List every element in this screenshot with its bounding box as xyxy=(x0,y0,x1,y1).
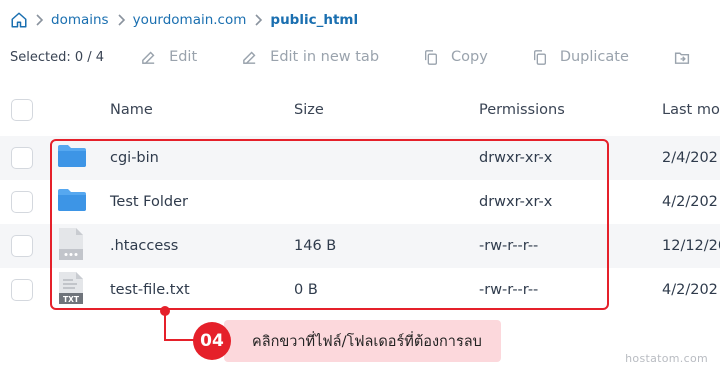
edit-in-new-tab-label: Edit in new tab xyxy=(270,49,380,65)
breadcrumb-domains[interactable]: domains xyxy=(48,12,112,28)
edit-icon xyxy=(243,51,256,64)
file-last-modified: 4/2/202 xyxy=(662,194,718,210)
edit-button[interactable]: Edit xyxy=(140,49,197,66)
name-column-header[interactable]: Name xyxy=(110,102,153,118)
file-last-modified: 4/2/202 xyxy=(662,282,718,298)
permissions-column-header[interactable]: Permissions xyxy=(479,102,565,118)
highlight-box xyxy=(50,139,609,310)
file-last-modified: 12/12/20 xyxy=(662,238,720,254)
edit-label: Edit xyxy=(169,49,198,65)
row-checkbox[interactable] xyxy=(11,235,33,257)
size-column-header[interactable]: Size xyxy=(294,102,324,118)
breadcrumb-public-html[interactable]: public_html xyxy=(267,12,361,28)
callout-anchor-dot xyxy=(160,306,170,316)
callout-leader-line xyxy=(164,310,197,341)
chevron-right-icon xyxy=(30,10,48,30)
table-header: Name Size Permissions Last mo xyxy=(0,88,720,132)
file-last-modified: 2/4/202 xyxy=(662,150,718,166)
move-button[interactable] xyxy=(673,49,703,66)
row-checkbox[interactable] xyxy=(11,147,33,169)
selection-count: Selected: 0 / 4 xyxy=(10,49,105,65)
select-all-checkbox[interactable] xyxy=(11,99,33,121)
chevron-right-icon xyxy=(112,10,130,30)
duplicate-label: Duplicate xyxy=(559,49,629,65)
last-modified-column-header[interactable]: Last mo xyxy=(662,102,720,118)
edit-icon xyxy=(142,51,155,64)
copy-button[interactable]: Copy xyxy=(423,49,488,66)
edit-in-new-tab-button[interactable]: Edit in new tab xyxy=(241,49,379,66)
step-badge: 04 xyxy=(193,322,231,360)
home-icon[interactable] xyxy=(10,10,30,30)
duplicate-button[interactable]: Duplicate xyxy=(532,49,629,66)
move-icon xyxy=(674,52,689,64)
callout-box: คลิกขวาที่ไฟล์/โฟลเดอร์ที่ต้องการลบ xyxy=(224,320,501,362)
row-checkbox[interactable] xyxy=(11,191,33,213)
copy-label: Copy xyxy=(451,49,488,65)
copy-icon xyxy=(425,49,438,65)
duplicate-icon xyxy=(533,49,546,65)
chevron-right-icon xyxy=(249,10,267,30)
callout-text: คลิกขวาที่ไฟล์/โฟลเดอร์ที่ต้องการลบ xyxy=(252,333,482,350)
toolbar: Selected: 0 / 4 Edit Edit in new tab Cop… xyxy=(10,44,720,70)
breadcrumb-yourdomain[interactable]: yourdomain.com xyxy=(130,12,250,28)
breadcrumb: domains yourdomain.com public_html xyxy=(10,9,361,31)
watermark: hostatom.com xyxy=(625,352,708,365)
row-checkbox[interactable] xyxy=(11,279,33,301)
